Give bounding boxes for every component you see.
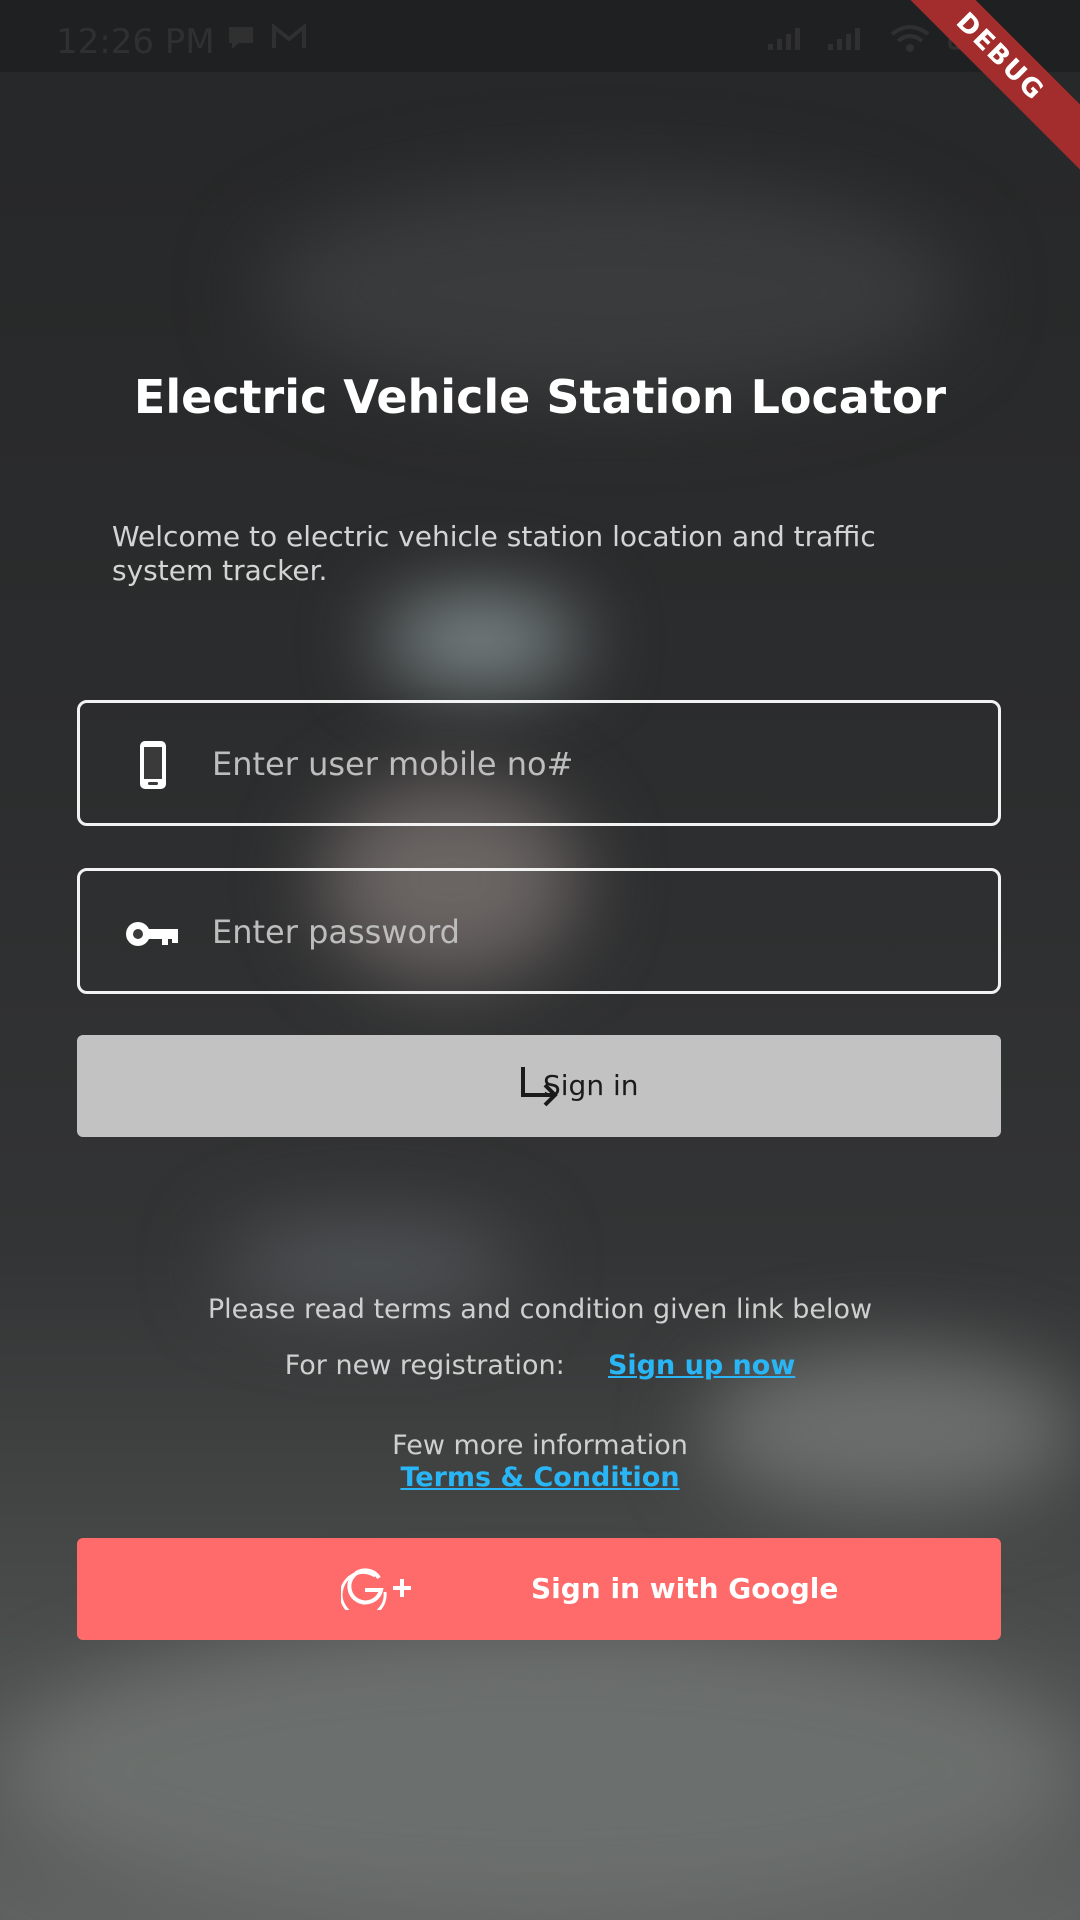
mobile-field[interactable] — [77, 700, 1001, 826]
terms-row: Terms & Condition — [0, 1462, 1080, 1493]
google-sign-in-label: Sign in with Google — [531, 1572, 839, 1605]
signal-icon — [828, 28, 860, 50]
google-plus-icon — [341, 1568, 411, 1610]
sign-in-button[interactable]: Sign in — [77, 1035, 1001, 1137]
sign-up-link[interactable]: Sign up now — [608, 1350, 795, 1381]
mobile-input[interactable] — [210, 723, 974, 805]
wifi-icon — [890, 25, 930, 52]
status-time: 12:26 PM — [56, 22, 215, 62]
terms-note: Please read terms and condition given li… — [207, 1294, 873, 1325]
gmail-icon — [272, 24, 306, 48]
sign-in-label: Sign in — [543, 1069, 639, 1102]
google-sign-in-button[interactable]: Sign in with Google — [77, 1538, 1001, 1640]
key-icon — [126, 922, 178, 946]
password-field[interactable] — [77, 868, 1001, 994]
signal-icon — [768, 28, 800, 50]
message-icon — [229, 27, 253, 49]
status-bar: 12:26 PM — [0, 0, 1080, 72]
app-title: Electric Vehicle Station Locator — [133, 370, 947, 424]
more-info-text: Few more information — [392, 1430, 688, 1461]
registration-label: For new registration: — [284, 1350, 565, 1381]
registration-row: For new registration: Sign up now — [0, 1350, 1080, 1381]
phone-icon — [140, 741, 166, 789]
welcome-text: Welcome to electric vehicle station loca… — [112, 520, 876, 587]
password-input[interactable] — [210, 891, 974, 973]
terms-link[interactable]: Terms & Condition — [400, 1462, 679, 1493]
